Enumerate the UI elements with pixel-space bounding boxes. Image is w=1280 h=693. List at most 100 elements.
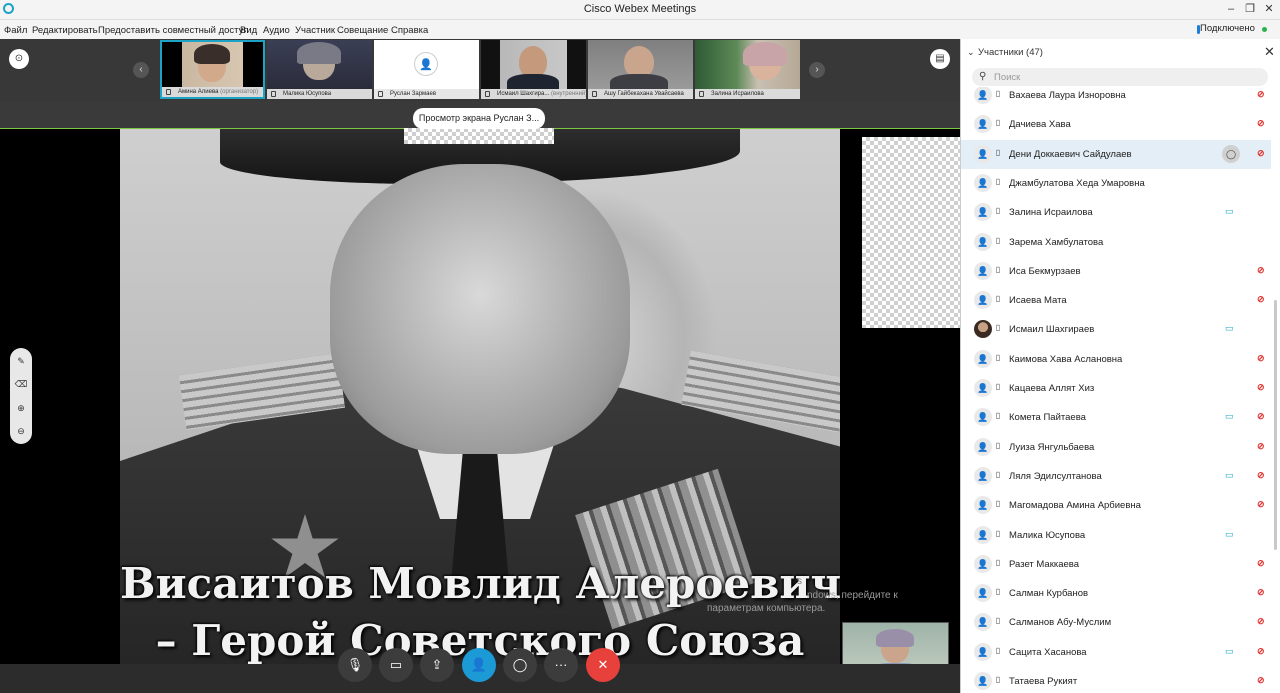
transparent-region-top	[404, 128, 554, 144]
participant-row[interactable]: 👤 ▯ Комета Пайтаева ▭ ⊘	[961, 403, 1271, 432]
participant-row[interactable]: 👤 ▯ Исаева Мата ⊘	[961, 286, 1271, 315]
menu-help[interactable]: Справка	[391, 25, 428, 36]
layout-toggle-icon[interactable]: ⊙	[9, 49, 29, 69]
restore-icon[interactable]: ❐	[1242, 2, 1258, 16]
share-button[interactable]: ⇪	[420, 648, 454, 682]
leave-meeting-button[interactable]: ✕	[586, 648, 620, 682]
filmstrip-prev-icon[interactable]: ‹	[133, 62, 149, 78]
menu-edit[interactable]: Редактировать	[32, 25, 98, 36]
mic-muted-icon[interactable]: ⊘	[1257, 265, 1265, 276]
mic-muted-icon[interactable]: ⊘	[1257, 89, 1265, 100]
mic-muted-icon[interactable]: ⊘	[1257, 294, 1265, 305]
avatar: 👤	[974, 554, 992, 573]
zoom-out-icon[interactable]: ⊖	[10, 426, 32, 437]
menu-file[interactable]: Файл	[4, 25, 27, 36]
participant-row[interactable]: 👤 ▯ Салман Курбанов ⊘	[961, 579, 1271, 608]
participant-row[interactable]: 👤 ▯ Ляля Эдилсултанова ▭ ⊘	[961, 462, 1271, 491]
mic-muted-icon[interactable]: ⊘	[1257, 441, 1265, 452]
minimize-icon[interactable]: –	[1223, 2, 1239, 16]
mic-muted-icon[interactable]: ⊘	[1257, 587, 1265, 598]
menu-share[interactable]: Предоставить совместный доступ	[98, 25, 249, 36]
participant-row[interactable]: 👤 ▯ Зарема Хамбулатова	[961, 228, 1271, 257]
video-button[interactable]: ▭	[379, 648, 413, 682]
connection-status-dot	[1262, 27, 1267, 32]
device-icon: ▯	[995, 382, 1001, 391]
participant-row[interactable]: 👤 ▯ Магомадова Амина Арбиевна ⊘	[961, 491, 1271, 520]
device-icon: ▯	[995, 499, 1001, 509]
video-thumb-ismail[interactable]: Исмаил Шахгира... (внутренний)	[481, 40, 586, 99]
device-icon: ▯	[995, 294, 1001, 304]
mic-muted-icon[interactable]: ⊘	[1257, 646, 1265, 657]
video-thumb-malika[interactable]: Малика Юсупова	[267, 40, 372, 99]
video-thumb-zalina[interactable]: Залина Исраилова	[695, 40, 800, 99]
participant-row[interactable]: 👤 ▯ Салманов Абу-Муслим ⊘	[961, 608, 1271, 637]
mic-muted-icon[interactable]: ⊘	[1257, 353, 1265, 364]
mic-muted-icon[interactable]: ⊘	[1257, 411, 1265, 422]
chat-bubble-icon[interactable]: ◯	[1222, 144, 1240, 163]
annotate-icon[interactable]: ✎	[10, 356, 32, 367]
zoom-in-icon[interactable]: ⊕	[10, 403, 32, 414]
participant-row[interactable]: 👤 ▯ Татаева Рукият ⊘	[961, 667, 1271, 693]
participant-row[interactable]: 👤 ▯ Иса Бекмурзаев ⊘	[961, 257, 1271, 286]
mic-muted-icon[interactable]: ⊘	[1257, 616, 1265, 627]
participant-row[interactable]: ▯ Исмаил Шахгираев ▭	[961, 315, 1271, 344]
participant-row[interactable]: 👤 ▯ Вахаева Лаура Изноровна ⊘	[961, 87, 1271, 110]
avatar: 👤	[974, 672, 992, 690]
video-on-icon: ▭	[1225, 528, 1234, 539]
video-thumb-ruslan[interactable]: 👤 Руслан Зармаев	[374, 40, 479, 99]
device-icon: ▯	[995, 176, 1001, 186]
close-window-icon[interactable]: ✕	[1261, 2, 1277, 16]
participant-row[interactable]: 👤 ▯ Джамбулатова Хеда Умаровна	[961, 169, 1271, 198]
menu-meeting[interactable]: Совещание	[337, 25, 388, 36]
mic-muted-icon[interactable]: ⊘	[1257, 558, 1265, 569]
mic-muted-icon[interactable]: ⊘	[1257, 118, 1265, 129]
avatar: 👤	[974, 173, 992, 192]
participant-row[interactable]: 👤 ▯ Луиза Янгульбаева ⊘	[961, 433, 1271, 462]
participant-row[interactable]: 👤 ▯ Дени Доккаевич Сайдулаев ◯ ⊘	[961, 139, 1271, 169]
participant-row[interactable]: 👤 ▯ Разет Маккаева ⊘	[961, 550, 1271, 579]
video-thumb-amina[interactable]: Амина Алиева (организатор)	[160, 40, 265, 99]
menu-audio[interactable]: Аудио	[263, 25, 290, 36]
mic-muted-icon[interactable]: ⊘	[1257, 148, 1265, 159]
mic-muted-icon[interactable]: ⊘	[1257, 470, 1265, 481]
device-icon: ▯	[995, 440, 1001, 450]
device-icon: ▯	[995, 587, 1001, 597]
filmstrip-next-icon[interactable]: ›	[809, 62, 825, 78]
device-icon: ▯	[995, 469, 1001, 479]
eraser-icon[interactable]: ⌫	[10, 379, 32, 390]
participant-name: Кацаева Аллят Хиз	[1009, 383, 1095, 394]
menu-view[interactable]: Вид	[240, 25, 257, 36]
participant-list-scrollbar[interactable]	[1274, 300, 1277, 550]
avatar: 👤	[974, 437, 992, 456]
participant-name: Татаева Рукият	[1009, 676, 1078, 687]
layout-options-icon[interactable]: ▤	[930, 49, 950, 69]
mic-muted-icon[interactable]: ⊘	[1257, 382, 1265, 393]
chat-icon: ◯	[512, 657, 528, 672]
chat-button[interactable]: ◯	[503, 648, 537, 682]
participant-row[interactable]: 👤 ▯ Кацаева Аллят Хиз ⊘	[961, 374, 1271, 403]
video-thumb-ashu[interactable]: Ашу Гайбекахана Увайсаева	[588, 40, 693, 99]
device-icon: ▯	[995, 147, 1001, 157]
participant-row[interactable]: 👤 ▯ Залина Исраилова ▭	[961, 198, 1271, 227]
participant-list: 👤 ▯ Вахаева Лаура Изноровна ⊘ 👤 ▯ Дачиева Хава…	[961, 87, 1271, 693]
participants-button[interactable]: 👤	[462, 648, 496, 682]
more-icon: ···	[554, 657, 568, 672]
close-panel-icon[interactable]: ✕	[1264, 44, 1275, 60]
participants-icon: 👤	[470, 657, 488, 672]
mute-button[interactable]: 🎙	[338, 648, 372, 682]
mic-off-icon: 🎙	[346, 657, 364, 672]
avatar-placeholder-icon: 👤	[414, 52, 438, 76]
participant-row[interactable]: 👤 ▯ Сацита Хасанова ▭ ⊘	[961, 638, 1271, 667]
mic-muted-icon[interactable]: ⊘	[1257, 499, 1265, 510]
participant-row[interactable]: 👤 ▯ Малика Юсупова ▭	[961, 521, 1271, 550]
device-icon: ▯	[995, 264, 1001, 274]
collapse-panel-icon[interactable]: ⌄	[967, 47, 975, 58]
activation-watermark-top: s	[797, 576, 802, 587]
device-icon: ▯	[995, 557, 1001, 567]
participant-row[interactable]: 👤 ▯ Дачиева Хава ⊘	[961, 110, 1271, 139]
participant-row[interactable]: 👤 ▯ Каимова Хава Аслановна ⊘	[961, 345, 1271, 374]
menu-participant[interactable]: Участник	[295, 25, 335, 36]
participant-name: Зарема Хамбулатова	[1009, 236, 1104, 248]
mic-muted-icon[interactable]: ⊘	[1257, 675, 1265, 686]
more-button[interactable]: ···	[544, 648, 578, 682]
